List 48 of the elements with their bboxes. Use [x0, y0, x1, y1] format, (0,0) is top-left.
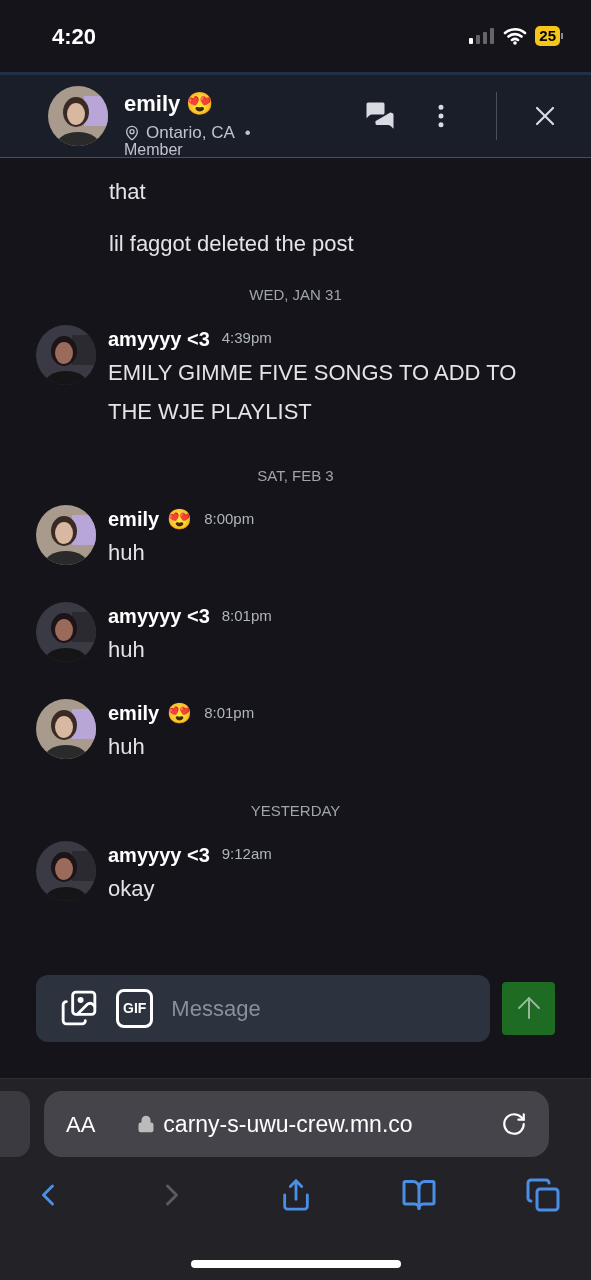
author-name: amyyyy <3: [108, 604, 210, 629]
timestamp: 4:39pm: [221, 328, 272, 349]
status-time: 4:20: [52, 22, 97, 51]
message-input[interactable]: Message: [171, 991, 452, 1025]
bookmarks-icon[interactable]: [400, 1177, 437, 1213]
timestamp: 8:00pm: [204, 508, 255, 529]
emoji: 😍: [186, 89, 214, 118]
member-role: Member: [124, 141, 183, 159]
message-text: huh: [108, 636, 146, 664]
author-name: emily: [108, 701, 160, 726]
emoji: 😍: [167, 507, 193, 532]
message-text: okay: [108, 874, 156, 903]
separator-dot: •: [244, 121, 251, 144]
avatar: [36, 505, 96, 565]
timestamp: 8:01pm: [204, 702, 255, 723]
send-button[interactable]: [502, 981, 555, 1035]
image-icon[interactable]: [60, 989, 98, 1027]
contact-name: emily: [124, 89, 181, 118]
message-text: EMILY GIMME FIVE SONGS TO ADD TO THE WJE PLAYLIST: [108, 358, 518, 426]
author-name: amyyyy <3: [108, 842, 210, 868]
author-name: emily: [108, 507, 160, 532]
message-text: huh: [108, 733, 146, 761]
message-text: huh: [108, 539, 146, 567]
signal-icon: [469, 28, 496, 44]
address-bar[interactable]: AA carny-s-uwu-crew.mn.co: [44, 1091, 549, 1157]
emoji: 😍: [167, 701, 193, 726]
wifi-icon: [503, 27, 528, 45]
reload-icon[interactable]: [501, 1111, 527, 1137]
date-divider: SAT, FEB 3: [256, 465, 335, 486]
author-name: amyyyy <3: [108, 326, 210, 352]
message-text: lil faggot deleted the post: [108, 230, 355, 258]
location-pin-icon: [124, 124, 140, 141]
location: Ontario, CA: [146, 121, 235, 143]
lock-icon: [137, 1115, 156, 1133]
tabs-icon[interactable]: [525, 1177, 561, 1213]
avatar: [36, 602, 96, 662]
avatar: [48, 86, 108, 146]
message-field[interactable]: GIF Message: [36, 974, 490, 1042]
text-size-button[interactable]: AA: [66, 1107, 96, 1141]
timestamp: 9:12am: [221, 844, 272, 865]
gif-button[interactable]: GIF: [116, 988, 154, 1028]
battery-level: 25: [535, 26, 560, 46]
date-divider: YESTERDAY: [249, 801, 342, 821]
url-text: carny-s-uwu-crew.mn.co: [163, 1109, 413, 1139]
date-divider: WED, JAN 31: [248, 285, 343, 305]
message-text: that: [108, 178, 147, 206]
avatar: [36, 699, 96, 759]
timestamp: 8:01pm: [221, 605, 272, 626]
